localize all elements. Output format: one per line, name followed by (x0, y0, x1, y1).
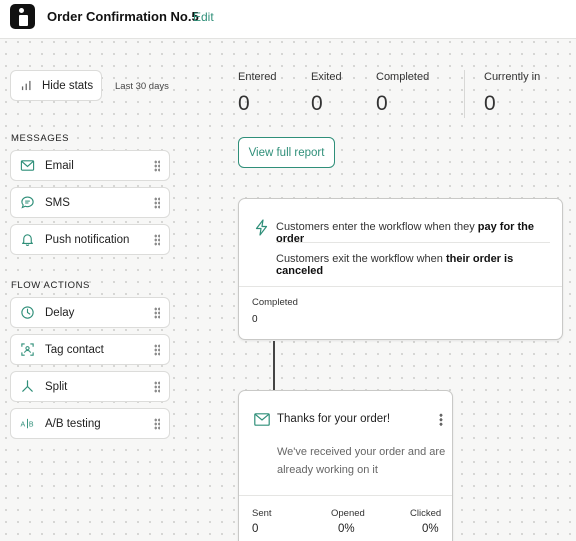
tool-label: Push notification (45, 233, 130, 246)
view-full-report-button[interactable]: View full report (238, 137, 335, 168)
exit-condition: Customers exit the workflow when their o… (276, 253, 514, 277)
trigger-completed-value: 0 (252, 314, 258, 325)
stat-completed-label: Completed (376, 71, 430, 83)
tool-label: A/B testing (45, 417, 101, 430)
stat-exited-value: 0 (311, 92, 323, 115)
tool-delay[interactable]: Delay (10, 297, 170, 328)
tool-label: Split (45, 380, 68, 393)
drag-handle-icon[interactable] (154, 418, 160, 430)
sent-label: Sent (252, 508, 272, 519)
email-step-title: Thanks for your order! (277, 413, 391, 425)
drag-handle-icon[interactable] (154, 307, 160, 319)
drag-handle-icon[interactable] (154, 197, 160, 209)
lightning-icon (255, 219, 268, 236)
tool-label: Tag contact (45, 343, 104, 356)
stat-entered-value: 0 (238, 92, 250, 115)
edit-title-link[interactable]: Edit (193, 10, 214, 24)
flow-connector (273, 341, 275, 391)
page-title: Order Confirmation No.5 (47, 9, 199, 24)
tool-tag-contact[interactable]: Tag contact (10, 334, 170, 365)
period-label: Last 30 days (115, 81, 169, 92)
mail-icon (19, 158, 35, 174)
card-divider (239, 495, 452, 496)
logo-dot (19, 8, 24, 13)
email-step-card[interactable]: Thanks for your order! We've received yo… (238, 390, 453, 541)
logo-bar (19, 15, 28, 26)
stat-entered-label: Entered (238, 71, 277, 83)
tool-label: Delay (45, 306, 75, 319)
svg-text:B: B (28, 421, 33, 428)
opened-value: 0% (338, 523, 355, 535)
clicked-value: 0% (422, 523, 439, 535)
trigger-card[interactable]: Customers enter the workflow when they p… (238, 198, 563, 340)
brand-logo[interactable] (10, 4, 35, 29)
tool-push-notification[interactable]: Push notification (10, 224, 170, 255)
tool-email[interactable]: Email (10, 150, 170, 181)
flow-actions-heading: FLOW ACTIONS (11, 280, 90, 291)
stat-current-value: 0 (484, 92, 496, 115)
hide-stats-button[interactable]: Hide stats (10, 70, 102, 101)
clock-icon (19, 305, 35, 321)
messages-heading: MESSAGES (11, 133, 70, 144)
clicked-label: Clicked (410, 508, 442, 519)
stat-current-label: Currently in (484, 71, 541, 83)
tool-sms[interactable]: SMS (10, 187, 170, 218)
more-options-icon[interactable] (439, 413, 443, 426)
sent-value: 0 (252, 523, 259, 535)
chat-bubble-icon (19, 195, 35, 211)
card-divider (239, 286, 562, 287)
tool-label: Email (45, 159, 74, 172)
bar-chart-icon (21, 80, 31, 91)
tag-contact-icon (19, 342, 35, 358)
drag-handle-icon[interactable] (154, 160, 160, 172)
tool-label: SMS (45, 196, 70, 209)
stat-exited-label: Exited (311, 71, 342, 83)
stats-divider (464, 70, 465, 118)
trigger-separator (276, 242, 550, 243)
trigger-completed-label: Completed (252, 297, 298, 308)
opened-label: Opened (331, 508, 365, 519)
bell-icon (19, 232, 35, 248)
email-step-preview: We've received your order and are alread… (277, 446, 446, 476)
drag-handle-icon[interactable] (154, 381, 160, 393)
drag-handle-icon[interactable] (154, 234, 160, 246)
svg-text:A: A (20, 421, 25, 428)
hide-stats-label: Hide stats (42, 79, 94, 92)
mail-icon (254, 413, 270, 426)
stat-completed-value: 0 (376, 92, 388, 115)
drag-handle-icon[interactable] (154, 344, 160, 356)
ab-icon: AB (19, 416, 35, 432)
app-root: Order Confirmation No.5 Edit Hide stats … (0, 0, 576, 541)
split-icon (19, 379, 35, 395)
tool-ab-testing[interactable]: AB A/B testing (10, 408, 170, 439)
tool-split[interactable]: Split (10, 371, 170, 402)
top-bar: Order Confirmation No.5 Edit (0, 0, 576, 39)
